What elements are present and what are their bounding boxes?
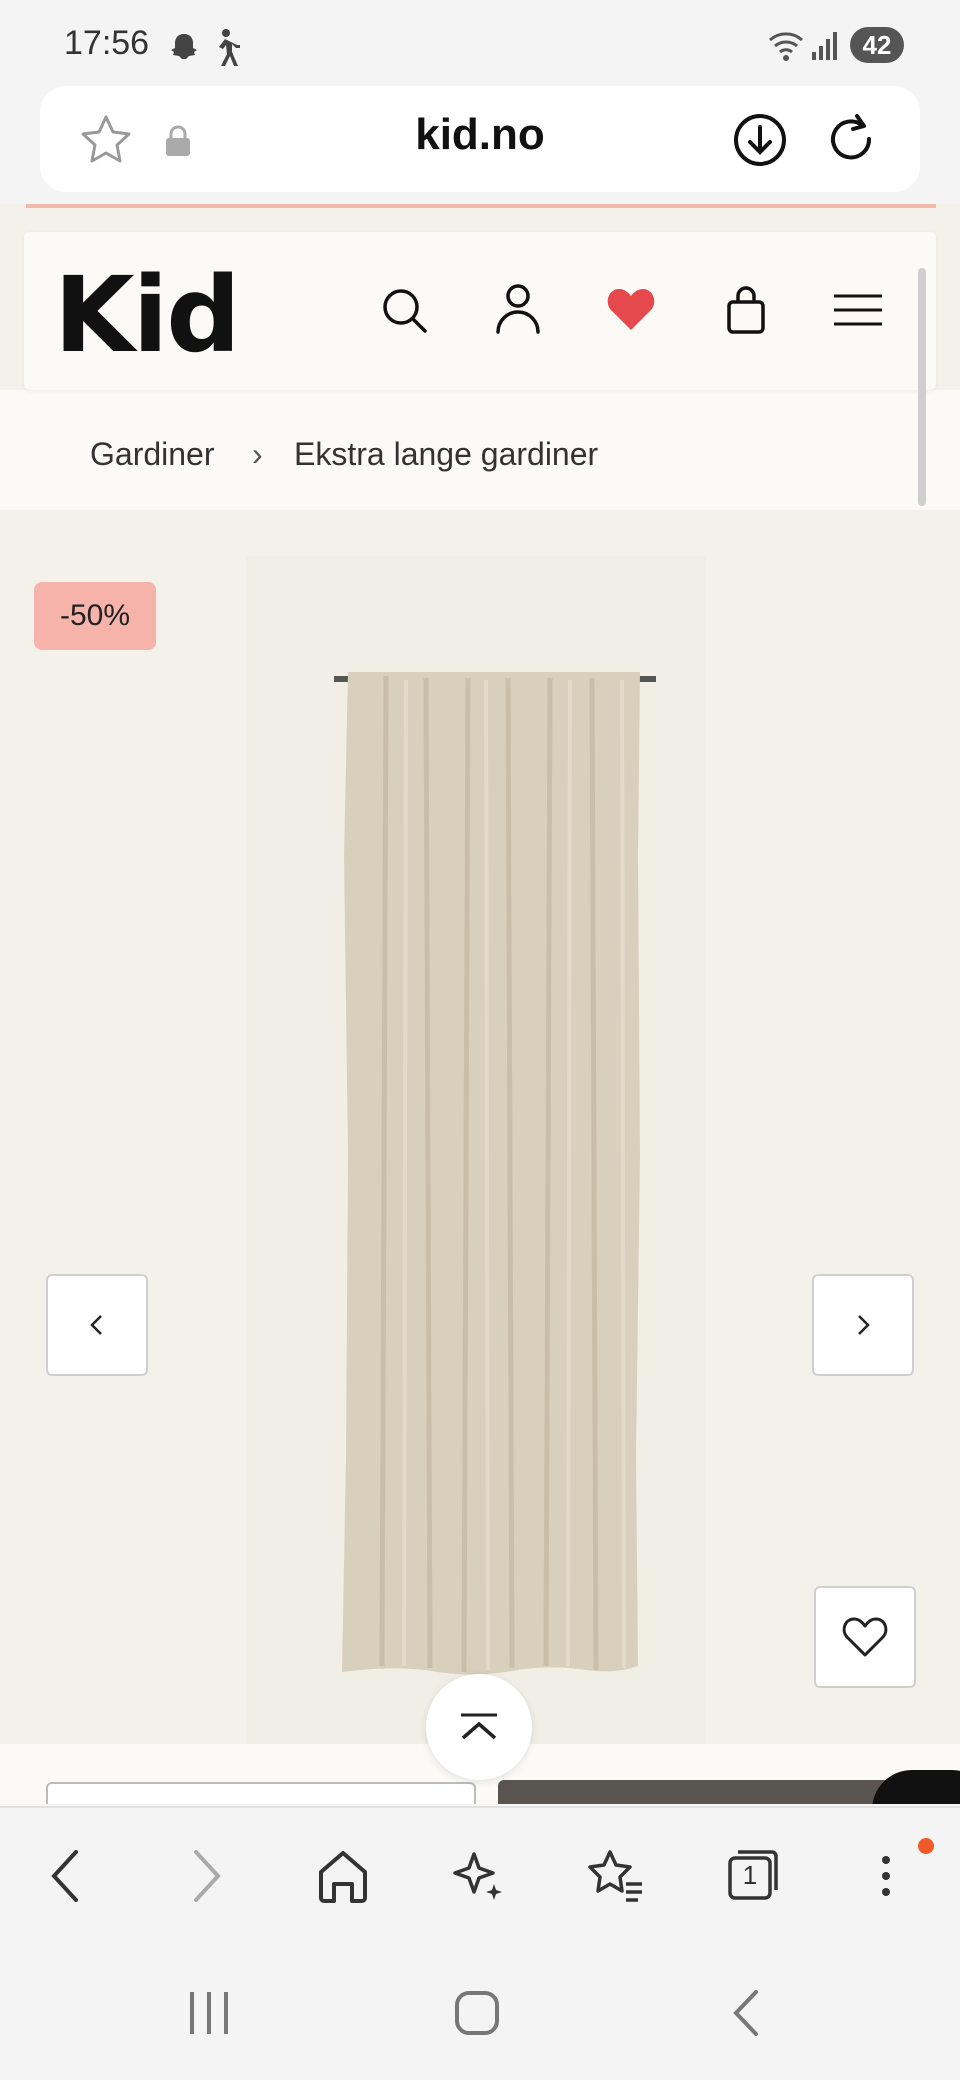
add-to-wishlist-button[interactable] [814, 1586, 916, 1688]
more-icon[interactable] [876, 1846, 896, 1906]
discount-badge: -50% [34, 582, 156, 650]
breadcrumb-separator: › [252, 436, 263, 472]
page-scrollbar[interactable] [918, 268, 926, 506]
system-back-icon[interactable] [726, 1988, 766, 2038]
tab-count: 1 [742, 1860, 758, 1890]
size-selector[interactable] [46, 1782, 476, 1804]
walking-icon [219, 29, 240, 66]
tabs-icon[interactable]: 1 [726, 1848, 780, 1902]
search-icon[interactable] [380, 286, 430, 336]
download-icon[interactable] [732, 112, 788, 168]
more-dots-icon [882, 1856, 890, 1896]
curtain-image[interactable] [246, 556, 706, 1750]
bookmarks-icon[interactable] [586, 1846, 646, 1904]
breadcrumb-gardiner[interactable]: Gardiner [90, 436, 215, 473]
next-image-button[interactable] [812, 1274, 914, 1376]
sparkle-icon[interactable] [450, 1846, 506, 1904]
bag-icon[interactable] [724, 284, 768, 336]
breadcrumb-current[interactable]: Ekstra lange gardiner [294, 436, 598, 473]
promo-divider [26, 204, 936, 208]
account-icon[interactable] [494, 282, 542, 336]
browser-toolbar: 1 [0, 1806, 960, 1944]
status-time: 17:56 [64, 24, 150, 62]
reload-icon[interactable] [822, 110, 880, 168]
system-navigation-bar [0, 1942, 960, 2080]
home-button-icon[interactable] [452, 1988, 502, 2038]
forward-icon[interactable] [184, 1848, 228, 1904]
address-bar[interactable]: kid.no [40, 86, 920, 192]
scroll-to-top-button[interactable] [426, 1674, 532, 1780]
status-bar: 17:56 42 [0, 0, 960, 86]
heart-icon[interactable] [606, 286, 656, 332]
web-content: Gardiner › Ekstra lange gardiner Kid -50… [0, 204, 960, 1804]
menu-icon[interactable] [832, 292, 884, 328]
wifi-icon [769, 32, 803, 61]
notification-dot [918, 1838, 934, 1854]
chevron-right-icon [858, 1315, 870, 1335]
heart-outline-icon [842, 1617, 888, 1657]
recent-apps-icon[interactable] [184, 1988, 234, 2038]
snapchat-icon [171, 34, 197, 59]
site-logo[interactable]: Kid [54, 254, 241, 376]
previous-image-button[interactable] [46, 1274, 148, 1376]
chevron-up-icon [461, 1713, 497, 1740]
site-header: Kid [24, 232, 936, 390]
battery-indicator: 42 [850, 27, 904, 63]
home-icon[interactable] [316, 1848, 370, 1904]
chat-button[interactable] [872, 1770, 960, 1804]
back-icon[interactable] [44, 1848, 88, 1904]
chevron-left-icon [90, 1315, 102, 1335]
url-text[interactable]: kid.no [40, 110, 920, 160]
signal-icon [812, 32, 837, 60]
